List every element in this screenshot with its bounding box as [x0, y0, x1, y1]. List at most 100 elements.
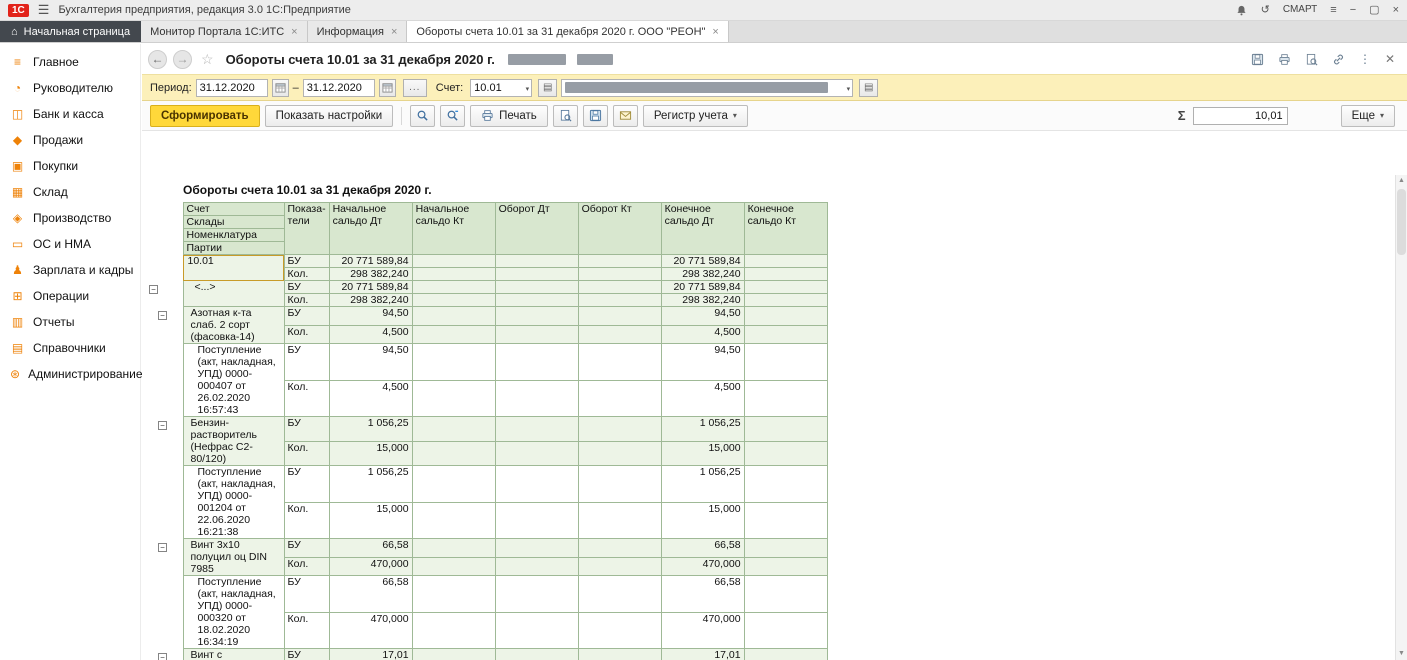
tab-home[interactable]: ⌂ Начальная страница [0, 21, 141, 42]
period-options-button[interactable]: ... [403, 79, 427, 97]
row-label-cell[interactable]: Винт 3x10 полуцил оц DIN 7985 [183, 539, 284, 576]
value-cell[interactable] [412, 281, 495, 294]
accounting-register-button[interactable]: Регистр учета ▾ [643, 105, 748, 127]
value-cell[interactable]: 4,500 [329, 380, 412, 417]
minimize-icon[interactable]: − [1350, 5, 1356, 16]
value-cell[interactable]: 1 056,25 [661, 466, 744, 503]
value-cell[interactable] [744, 294, 827, 307]
value-cell[interactable]: 94,50 [329, 344, 412, 381]
value-cell[interactable] [578, 281, 661, 294]
value-cell[interactable]: 15,000 [329, 441, 412, 466]
preview-icon[interactable] [1305, 53, 1318, 66]
history-icon[interactable]: ↺ [1261, 5, 1270, 16]
row-label-cell[interactable]: <...> [183, 281, 284, 307]
value-cell[interactable]: 20 771 589,84 [661, 255, 744, 268]
value-cell[interactable] [495, 576, 578, 613]
indicator-cell[interactable]: БУ [284, 307, 329, 326]
value-cell[interactable] [412, 539, 495, 558]
value-cell[interactable] [412, 255, 495, 268]
indicator-cell[interactable]: Кол. [284, 557, 329, 576]
value-cell[interactable]: 298 382,240 [661, 268, 744, 281]
value-cell[interactable] [495, 441, 578, 466]
send-email-button[interactable] [613, 105, 638, 127]
indicator-cell[interactable]: БУ [284, 417, 329, 442]
indicator-cell[interactable]: Кол. [284, 502, 329, 539]
value-cell[interactable] [412, 466, 495, 503]
close-tab-icon[interactable]: × [391, 26, 397, 38]
value-cell[interactable]: 1 056,25 [329, 417, 412, 442]
account-field[interactable]: ▾ [470, 79, 532, 97]
calendar-icon[interactable] [379, 79, 396, 97]
value-cell[interactable] [495, 612, 578, 649]
value-cell[interactable] [495, 539, 578, 558]
value-cell[interactable] [578, 294, 661, 307]
row-label-cell[interactable]: Бензин-растворитель (Нефрас С2-80/120) [183, 417, 284, 466]
value-cell[interactable]: 66,58 [329, 539, 412, 558]
sidebar-item-bank-cash[interactable]: ◫Банк и касса [0, 101, 140, 127]
date-to-field[interactable] [303, 79, 375, 97]
print-icon[interactable] [1278, 53, 1291, 66]
sidebar-item-administration[interactable]: ⊛Администрирование [0, 361, 140, 387]
value-cell[interactable] [744, 268, 827, 281]
print-preview-button[interactable] [553, 105, 578, 127]
value-cell[interactable] [495, 557, 578, 576]
scrollbar-thumb[interactable] [1397, 189, 1406, 255]
value-cell[interactable] [744, 281, 827, 294]
value-cell[interactable] [578, 649, 661, 660]
value-cell[interactable]: 4,500 [661, 325, 744, 344]
value-cell[interactable]: 66,58 [661, 576, 744, 613]
maximize-icon[interactable]: ▢ [1369, 5, 1379, 16]
indicator-cell[interactable]: БУ [284, 649, 329, 660]
value-cell[interactable] [578, 441, 661, 466]
value-cell[interactable] [412, 325, 495, 344]
service-menu-icon[interactable]: ≡ [1330, 5, 1336, 16]
indicator-cell[interactable]: Кол. [284, 380, 329, 417]
print-button[interactable]: Печать [470, 105, 548, 127]
value-cell[interactable] [578, 466, 661, 503]
value-cell[interactable] [412, 502, 495, 539]
value-cell[interactable] [744, 466, 827, 503]
value-cell[interactable] [578, 307, 661, 326]
account-choose-icon[interactable]: ▤ [538, 79, 557, 97]
value-cell[interactable] [495, 281, 578, 294]
sidebar-item-purchases[interactable]: ▣Покупки [0, 153, 140, 179]
close-tab-icon[interactable]: × [291, 26, 297, 38]
value-cell[interactable]: 94,50 [661, 307, 744, 326]
value-cell[interactable] [744, 417, 827, 442]
value-cell[interactable]: 20 771 589,84 [329, 255, 412, 268]
value-cell[interactable] [744, 325, 827, 344]
sidebar-item-operations[interactable]: ⊞Операции [0, 283, 140, 309]
value-cell[interactable] [412, 268, 495, 281]
account-input[interactable] [471, 82, 520, 94]
close-tab-icon[interactable]: × [712, 26, 718, 38]
generate-button[interactable]: Сформировать [150, 105, 260, 127]
row-label-cell[interactable]: 10.01 [183, 255, 284, 281]
company-choose-icon[interactable]: ▤ [859, 79, 878, 97]
get-link-icon[interactable] [1332, 53, 1345, 66]
value-cell[interactable] [744, 649, 827, 660]
value-cell[interactable]: 470,000 [329, 557, 412, 576]
more-actions-icon[interactable]: ⋮ [1359, 52, 1371, 66]
row-label-cell[interactable]: Винт с полукруглой головой, оцинкованный… [183, 649, 284, 660]
value-cell[interactable] [578, 325, 661, 344]
value-cell[interactable] [744, 344, 827, 381]
value-cell[interactable] [744, 441, 827, 466]
value-cell[interactable] [578, 344, 661, 381]
value-cell[interactable] [578, 576, 661, 613]
value-cell[interactable] [578, 380, 661, 417]
value-cell[interactable] [744, 502, 827, 539]
date-from-input[interactable] [197, 82, 267, 94]
value-cell[interactable]: 66,58 [661, 539, 744, 558]
value-cell[interactable] [412, 417, 495, 442]
collapse-icon[interactable]: − [158, 311, 167, 320]
indicator-cell[interactable]: БУ [284, 466, 329, 503]
indicator-cell[interactable]: БУ [284, 344, 329, 381]
value-cell[interactable] [578, 268, 661, 281]
value-cell[interactable]: 66,58 [329, 576, 412, 613]
sidebar-item-main[interactable]: ≡Главное [0, 49, 140, 75]
sidebar-item-reports[interactable]: ▥Отчеты [0, 309, 140, 335]
value-cell[interactable] [578, 255, 661, 268]
value-cell[interactable] [744, 380, 827, 417]
value-cell[interactable]: 15,000 [661, 441, 744, 466]
sidebar-item-production[interactable]: ◈Производство [0, 205, 140, 231]
